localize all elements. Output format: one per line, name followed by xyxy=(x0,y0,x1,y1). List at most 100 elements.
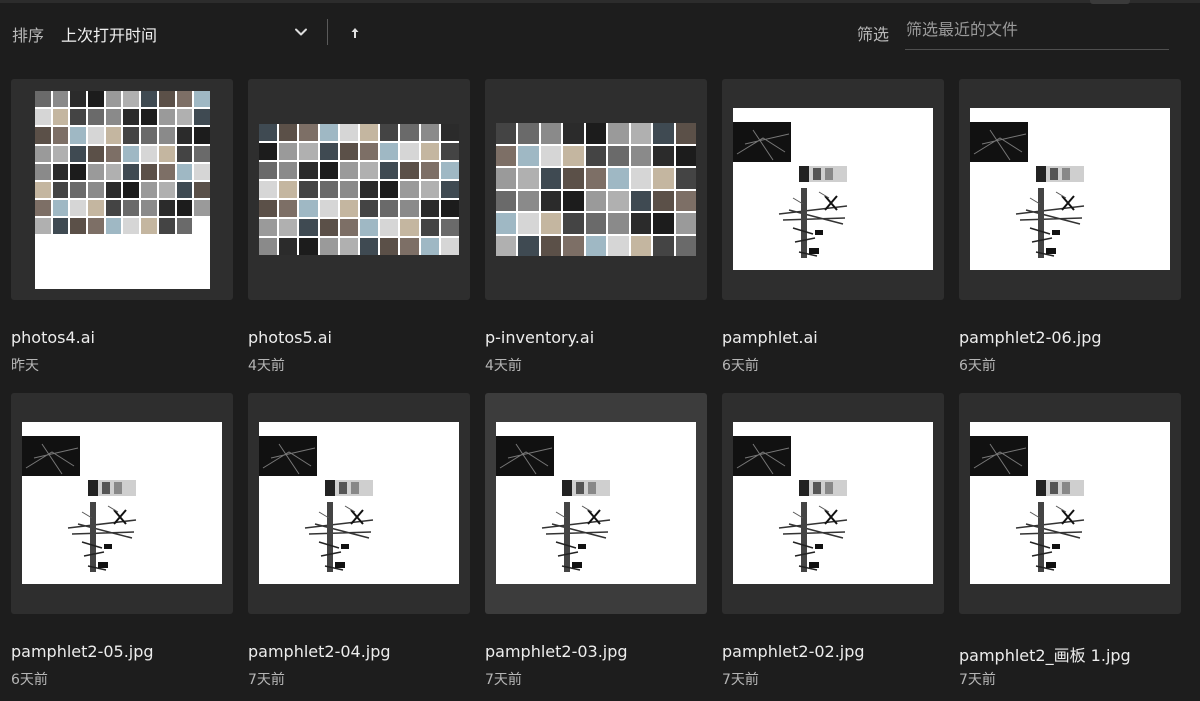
photo-tile xyxy=(52,91,69,108)
photo-tile xyxy=(70,91,87,108)
photo-tile xyxy=(88,145,104,162)
file-thumbnail[interactable] xyxy=(11,79,233,300)
photo-tile xyxy=(319,219,338,236)
photo-tile xyxy=(360,200,379,217)
arrow-up-icon[interactable] xyxy=(344,22,366,44)
photo-tile xyxy=(35,236,51,253)
photo-tile xyxy=(194,163,210,180)
photo-tile xyxy=(259,162,278,179)
photo-tile xyxy=(496,145,517,166)
photo-tile xyxy=(158,109,175,126)
photo-tile xyxy=(176,109,193,126)
file-card[interactable]: photos5.ai 4天前 xyxy=(248,79,470,379)
sort-select[interactable]: 上次打开时间 xyxy=(60,16,314,50)
pamphlet-artwork xyxy=(733,122,848,258)
file-card[interactable]: pamphlet2-06.jpg 6天前 xyxy=(959,79,1181,379)
photo-tile xyxy=(70,200,87,217)
file-card[interactable]: pamphlet2-04.jpg 7天前 xyxy=(248,393,470,693)
photo-tile xyxy=(194,109,210,126)
photo-tile xyxy=(496,235,517,256)
photo-tile xyxy=(123,236,140,253)
photo-tile xyxy=(105,236,122,253)
photo-tile xyxy=(194,145,210,162)
photo-tile xyxy=(540,145,562,166)
photo-tile xyxy=(360,162,379,179)
photo-tile xyxy=(123,91,140,108)
photo-tile xyxy=(35,218,51,235)
photo-tile xyxy=(319,200,338,217)
photo-tile xyxy=(194,254,210,271)
photo-tile xyxy=(630,190,652,211)
file-thumbnail[interactable] xyxy=(959,393,1181,614)
photo-tile xyxy=(35,272,51,289)
photo-tile xyxy=(339,219,358,236)
pamphlet-page xyxy=(733,422,933,584)
photo-tile xyxy=(675,123,696,144)
photo-tile xyxy=(279,162,298,179)
file-card[interactable]: pamphlet.ai 6天前 xyxy=(722,79,944,379)
photo-tile xyxy=(630,168,652,189)
photo-tile xyxy=(319,238,338,255)
photo-tile xyxy=(319,181,338,198)
photo-tile xyxy=(299,162,318,179)
photo-tile xyxy=(563,213,584,234)
photo-tile xyxy=(496,190,517,211)
pamphlet-page xyxy=(733,108,933,270)
photo-tile xyxy=(608,168,629,189)
photo-tile xyxy=(141,109,157,126)
photo-tile xyxy=(141,200,157,217)
photo-tile xyxy=(630,123,652,144)
file-thumbnail[interactable] xyxy=(485,393,707,614)
file-name: pamphlet2_画板 1.jpg xyxy=(959,646,1131,665)
photo-tile xyxy=(158,181,175,199)
file-name: pamphlet2-02.jpg xyxy=(722,642,865,661)
photo-tile xyxy=(52,200,69,217)
file-card[interactable]: pamphlet2-03.jpg 7天前 xyxy=(485,393,707,693)
photo-tile xyxy=(141,272,157,289)
file-card[interactable]: pamphlet2_画板 1.jpg 7天前 xyxy=(959,393,1181,693)
photo-tile xyxy=(299,124,318,141)
file-thumbnail[interactable] xyxy=(722,79,944,300)
photo-tile xyxy=(608,235,629,256)
photo-tile xyxy=(35,91,51,108)
photo-tile xyxy=(279,143,298,160)
file-thumbnail[interactable] xyxy=(959,79,1181,300)
photo-tile xyxy=(123,109,140,126)
photo-tile xyxy=(279,124,298,141)
photo-tile xyxy=(440,219,459,236)
file-card[interactable]: photos4.ai 昨天 xyxy=(11,79,233,379)
photo-tile xyxy=(88,218,104,235)
file-thumbnail[interactable] xyxy=(248,393,470,614)
photo-tile xyxy=(440,124,459,141)
file-thumbnail[interactable] xyxy=(11,393,233,614)
photo-tile xyxy=(339,181,358,198)
file-name: pamphlet2-04.jpg xyxy=(248,642,391,661)
photo-tile xyxy=(540,213,562,234)
file-thumbnail[interactable] xyxy=(722,393,944,614)
filter-input[interactable] xyxy=(905,14,1169,50)
photo-tile xyxy=(158,254,175,271)
file-card[interactable]: pamphlet2-02.jpg 7天前 xyxy=(722,393,944,693)
file-name: pamphlet2-03.jpg xyxy=(485,642,628,661)
file-thumbnail[interactable] xyxy=(485,79,707,300)
photo-tile xyxy=(420,181,439,198)
file-card[interactable]: p-inventory.ai 4天前 xyxy=(485,79,707,379)
photo-tile xyxy=(176,254,193,271)
pamphlet-artwork xyxy=(496,436,611,572)
photo-tile xyxy=(339,200,358,217)
photo-tile xyxy=(52,145,69,162)
photo-tile xyxy=(158,218,175,235)
photo-tile xyxy=(496,213,517,234)
photo-tile xyxy=(194,236,210,253)
filter-label: 筛选 xyxy=(857,25,890,44)
photo-tile xyxy=(158,272,175,289)
photo-tile xyxy=(194,272,210,289)
file-thumbnail[interactable] xyxy=(248,79,470,300)
file-date: 7天前 xyxy=(959,672,996,688)
photo-tile xyxy=(70,127,87,144)
photo-tile xyxy=(496,168,517,189)
photo-tile xyxy=(360,181,379,198)
file-card[interactable]: pamphlet2-05.jpg 6天前 xyxy=(11,393,233,693)
photo-tile xyxy=(141,145,157,162)
photo-tile xyxy=(123,163,140,180)
